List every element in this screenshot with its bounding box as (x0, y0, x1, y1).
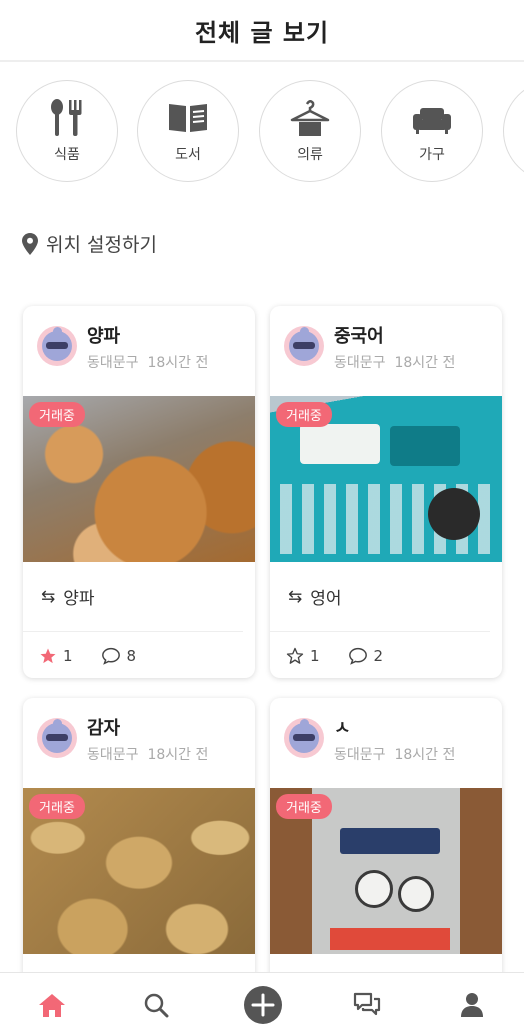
post-meta: 동대문구 18시간 전 (334, 352, 455, 372)
status-badge: 거래중 (29, 794, 85, 819)
post-title: ㅅ (334, 718, 351, 739)
category-label: 의류 (297, 147, 323, 163)
post-meta: 동대문구 18시간 전 (334, 744, 455, 764)
category-label: 식품 (54, 147, 80, 163)
post-image: 거래중 (270, 788, 502, 954)
post-area: 동대문구 (334, 747, 386, 763)
post-card[interactable]: 양파 동대문구 18시간 전 거래중 ⇆ 양파 1 8 (23, 306, 255, 678)
nav-chat[interactable] (349, 987, 385, 1023)
post-meta: 동대문구 18시간 전 (87, 744, 208, 764)
category-more[interactable] (503, 80, 524, 182)
post-image: 거래중 (270, 396, 502, 562)
post-card[interactable]: 중국어 동대문구 18시간 전 거래중 ⇆ 영어 1 2 (270, 306, 502, 678)
star-filled-icon[interactable] (39, 647, 57, 665)
book-icon (169, 104, 207, 132)
category-label: 가구 (419, 147, 445, 163)
post-time: 18시간 전 (394, 355, 456, 371)
nav-home[interactable] (34, 987, 70, 1023)
app-header: 전체 글 보기 (0, 0, 524, 62)
category-clothing[interactable]: 의류 (259, 80, 361, 182)
category-books[interactable]: 도서 (137, 80, 239, 182)
home-icon (39, 994, 65, 1017)
page-title: 전체 글 보기 (194, 18, 330, 47)
swap-icon: ⇆ (41, 586, 56, 607)
location-label: 위치 설정하기 (46, 234, 157, 256)
category-furniture[interactable]: 가구 (381, 80, 483, 182)
exchange-label: 영어 (310, 589, 342, 609)
category-food[interactable]: 식품 (16, 80, 118, 182)
like-count: 1 (310, 647, 320, 665)
exchange-label: 양파 (63, 589, 95, 609)
sofa-icon (413, 108, 451, 134)
bottom-nav (0, 972, 524, 1033)
post-time: 18시간 전 (394, 747, 456, 763)
status-badge: 거래중 (276, 402, 332, 427)
nav-search[interactable] (138, 987, 174, 1023)
post-area: 동대문구 (87, 747, 139, 763)
status-badge: 거래중 (276, 794, 332, 819)
avatar (284, 718, 324, 758)
post-card[interactable]: ㅅ 동대문구 18시간 전 거래중 (270, 698, 502, 988)
exchange-item: ⇆ 양파 (23, 562, 243, 632)
hanger-icon (290, 100, 330, 136)
avatar (37, 718, 77, 758)
utensils-icon (51, 99, 82, 136)
post-stats: 1 2 (270, 632, 502, 678)
location-setting[interactable]: 위치 설정하기 (22, 230, 157, 257)
comment-icon[interactable] (348, 647, 368, 665)
nav-add[interactable] (243, 985, 283, 1025)
nav-profile[interactable] (454, 987, 490, 1023)
location-pin-icon (22, 232, 38, 255)
avatar (37, 326, 77, 366)
chat-icon (353, 992, 381, 1016)
star-outline-icon[interactable] (286, 647, 304, 665)
post-title: 감자 (87, 718, 121, 739)
post-time: 18시간 전 (147, 355, 209, 371)
search-icon (144, 993, 169, 1018)
comment-icon[interactable] (101, 647, 121, 665)
profile-icon (461, 993, 483, 1017)
avatar (284, 326, 324, 366)
post-area: 동대문구 (334, 355, 386, 371)
post-image: 거래중 (23, 788, 255, 954)
post-time: 18시간 전 (147, 747, 209, 763)
post-stats: 1 8 (23, 632, 255, 678)
post-card[interactable]: 감자 동대문구 18시간 전 거래중 (23, 698, 255, 988)
post-meta: 동대문구 18시간 전 (87, 352, 208, 372)
comment-count: 8 (126, 647, 137, 665)
comment-count: 2 (373, 647, 384, 665)
add-icon (244, 986, 282, 1024)
exchange-item: ⇆ 영어 (270, 562, 490, 632)
post-image: 거래중 (23, 396, 255, 562)
swap-icon: ⇆ (288, 586, 303, 607)
post-title: 양파 (87, 326, 121, 347)
post-title: 중국어 (334, 326, 384, 347)
post-area: 동대문구 (87, 355, 139, 371)
category-label: 도서 (175, 147, 201, 163)
category-row: 식품 도서 의류 가구 (0, 62, 524, 212)
status-badge: 거래중 (29, 402, 85, 427)
like-count: 1 (63, 647, 73, 665)
